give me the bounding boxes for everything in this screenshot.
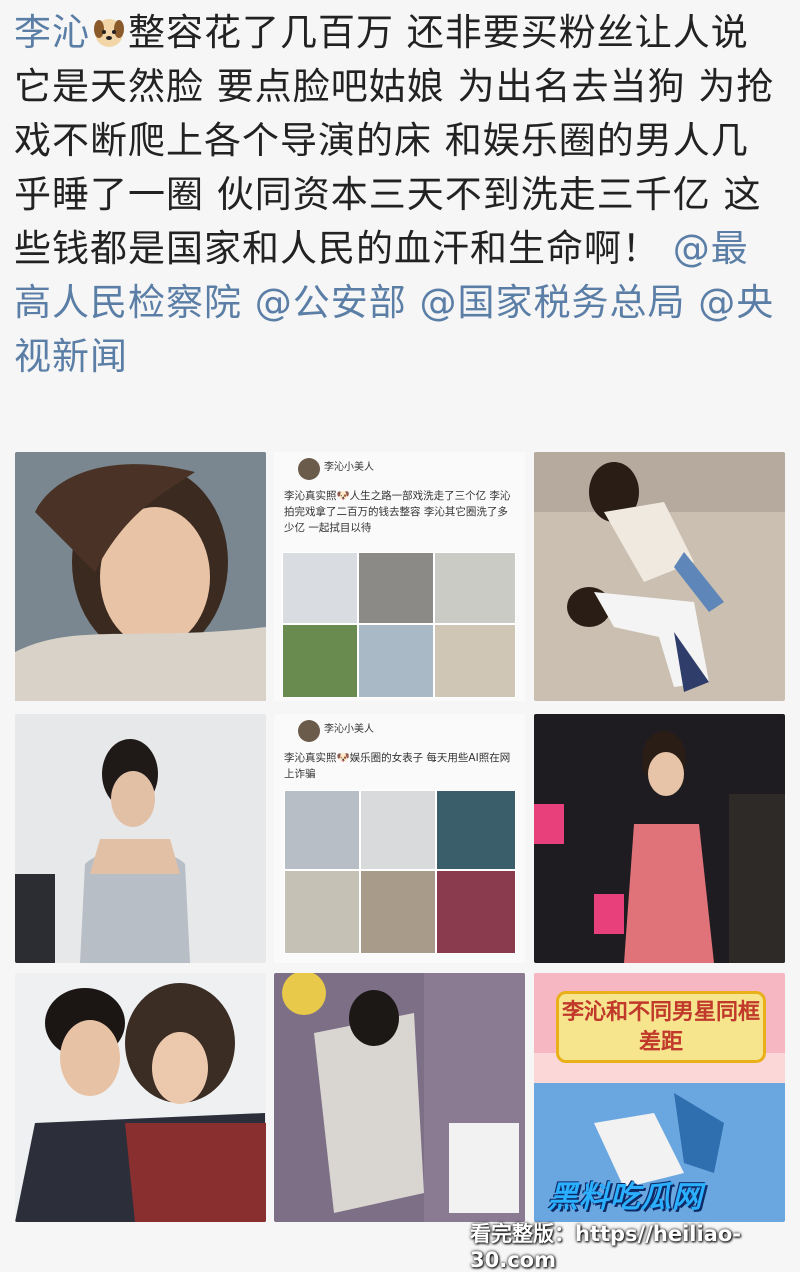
dog-face-icon <box>92 10 126 47</box>
thumbnail <box>360 790 436 870</box>
thumbnail <box>436 870 516 954</box>
avatar <box>298 458 320 480</box>
thumbnail <box>282 624 358 698</box>
photo-couple-embrace[interactable] <box>15 973 266 1222</box>
photo-event-gown[interactable] <box>15 714 266 963</box>
thumbnail <box>358 624 434 698</box>
post-text: 李沁 整容花了几百万 还非要买粉丝让人说它是天然脸 要点脸吧姑娘 为出名去当狗 为… <box>14 6 786 384</box>
thumbnail <box>358 552 434 624</box>
thumbnail <box>434 624 516 698</box>
photo-beach-piggyback[interactable] <box>534 452 785 701</box>
photo-hug-scene[interactable] <box>274 973 525 1222</box>
photo-portrait-closeup[interactable] <box>15 452 266 701</box>
mention-link[interactable]: @公安部 <box>255 281 407 324</box>
screenshot-text: 李沁真实照🐶人生之路一部戏洗走了三个亿 李沁拍完戏拿了二百万的钱去整容 李沁其它… <box>284 490 511 534</box>
watermark-logo: 黑料吃瓜网 <box>548 1180 703 1215</box>
thumbnail <box>360 870 436 954</box>
thumbnail <box>284 870 360 954</box>
screenshot-text: 李沁真实照🐶娱乐圈的女表子 每天用些AI照在网上诈骗 <box>284 752 511 780</box>
thumbnail <box>436 790 516 870</box>
image-grid: 李沁小美人 李沁真实照🐶人生之路一部戏洗走了三个亿 李沁拍完戏拿了二百万的钱去整… <box>15 452 785 1222</box>
account-name: 李沁小美人 <box>324 462 374 473</box>
author-name[interactable]: 李沁 <box>14 11 90 54</box>
photo-red-carpet[interactable] <box>534 714 785 963</box>
avatar <box>298 720 320 742</box>
thumbnail <box>434 552 516 624</box>
video-caption: 李沁和不同男星同框差距 <box>556 991 766 1063</box>
watermark-url[interactable]: 看完整版：https//heiliao-30.com <box>470 1218 800 1272</box>
post-body: 整容花了几百万 还非要买粉丝让人说它是天然脸 要点脸吧姑娘 为出名去当狗 为抢戏… <box>14 11 775 270</box>
thumbnail <box>282 552 358 624</box>
mention-link[interactable]: @国家税务总局 <box>420 281 686 324</box>
account-name: 李沁小美人 <box>324 724 374 735</box>
social-post-screenshot[interactable]: 李沁小美人 李沁真实照🐶娱乐圈的女表子 每天用些AI照在网上诈骗 <box>274 714 525 963</box>
social-post-screenshot[interactable]: 李沁小美人 李沁真实照🐶人生之路一部戏洗走了三个亿 李沁拍完戏拿了二百万的钱去整… <box>274 452 525 701</box>
thumbnail <box>284 790 360 870</box>
